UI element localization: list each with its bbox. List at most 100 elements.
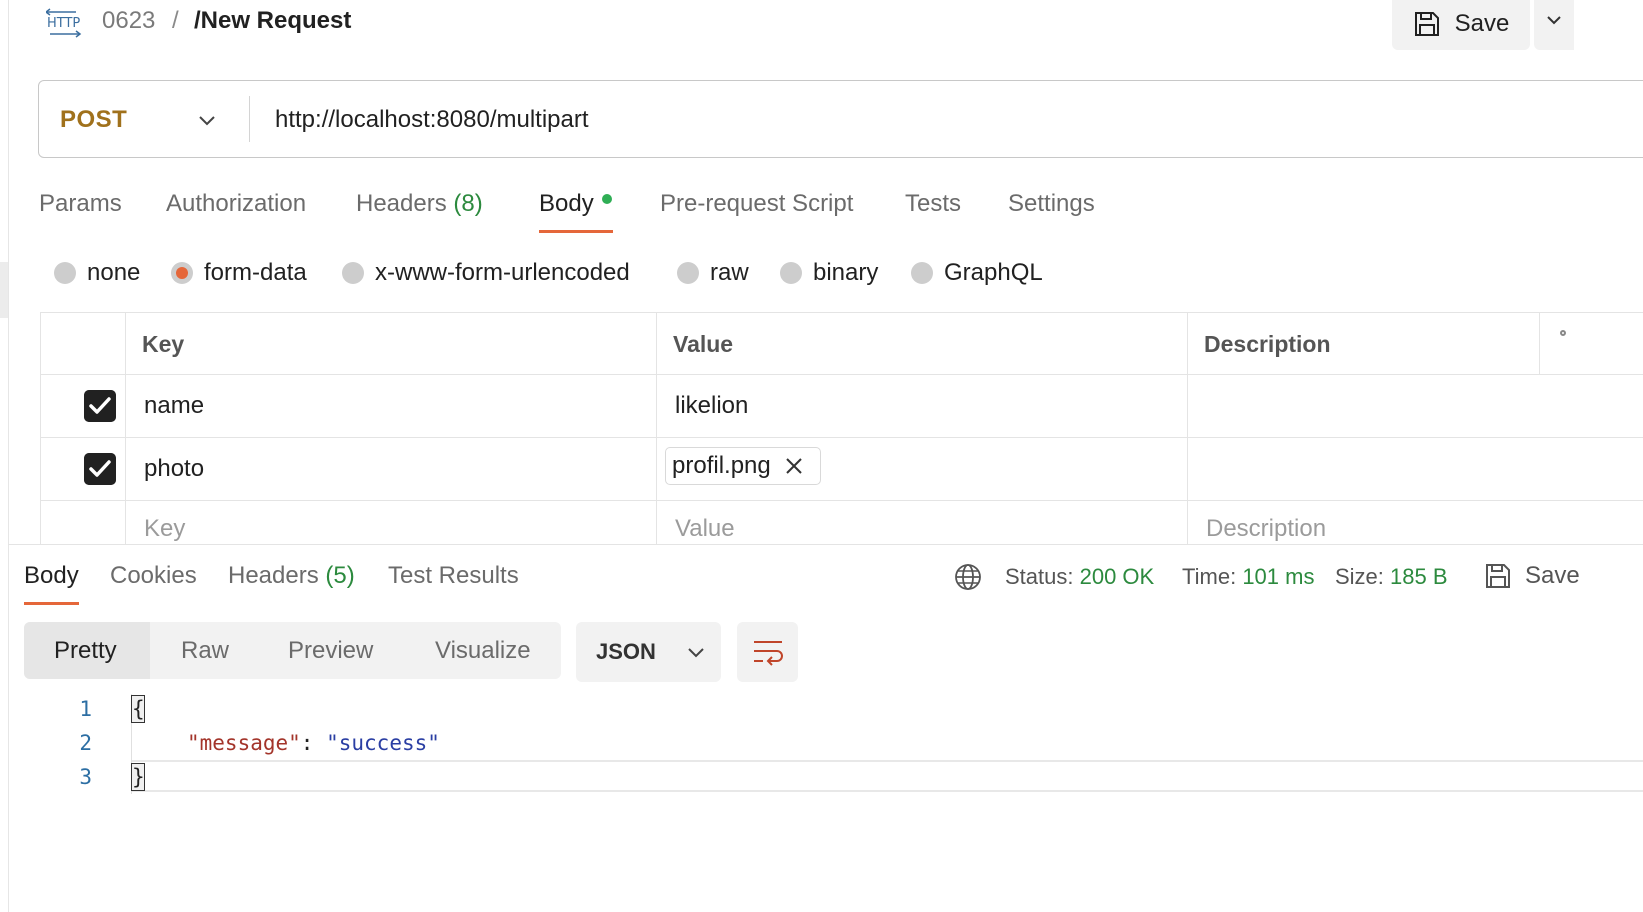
wrap-lines-button[interactable]	[737, 622, 798, 682]
status-readout[interactable]: Status: 200 OK	[1005, 562, 1154, 592]
row-key-input[interactable]: photo	[144, 453, 204, 485]
radio-label: GraphQL	[944, 259, 1043, 286]
status-label: Status:	[1005, 564, 1074, 589]
radio-label: none	[87, 259, 141, 286]
save-button[interactable]: Save	[1392, 0, 1530, 50]
radio-binary[interactable]: binary	[780, 258, 878, 288]
code-line-2: "message": "success"	[187, 726, 440, 760]
tab-headers-label: Headers	[356, 190, 447, 217]
radio-label: raw	[710, 259, 749, 286]
response-tab-headers[interactable]: Headers (5)	[228, 561, 355, 591]
format-label: JSON	[596, 639, 656, 664]
body-active-dot	[601, 193, 612, 204]
table-border	[40, 312, 1643, 313]
radio-circle-selected	[171, 262, 193, 284]
active-tab-indicator	[539, 230, 613, 233]
active-response-tab-indicator	[24, 602, 79, 605]
line-number: 3	[79, 765, 92, 789]
row-checkbox[interactable]	[84, 453, 116, 485]
tab-settings[interactable]: Settings	[1008, 188, 1095, 220]
response-tab-test-results[interactable]: Test Results	[388, 561, 519, 591]
time-label: Time:	[1182, 564, 1237, 589]
column-header-value: Value	[673, 331, 734, 357]
radio-raw[interactable]: raw	[677, 258, 749, 288]
current-line-highlight	[132, 790, 1643, 792]
response-tab-cookies[interactable]: Cookies	[110, 561, 197, 591]
radio-circle	[911, 262, 933, 284]
size-readout[interactable]: Size: 185 B	[1335, 562, 1448, 592]
json-key: "message"	[187, 731, 301, 755]
line-number: 2	[79, 731, 92, 755]
more-options-icon[interactable]	[1560, 330, 1566, 336]
code-close-brace: }	[131, 763, 145, 791]
view-visualize[interactable]: Visualize	[435, 636, 531, 666]
code-open-brace: {	[131, 695, 145, 723]
radio-label: x-www-form-urlencoded	[375, 259, 630, 286]
response-tab-body[interactable]: Body	[24, 561, 79, 591]
radio-label: binary	[813, 259, 879, 286]
tab-headers[interactable]: Headers (8)	[356, 188, 483, 220]
tab-tests[interactable]: Tests	[905, 188, 961, 220]
table-row	[40, 438, 1643, 500]
table-row	[40, 375, 1643, 437]
file-name: profil.png	[672, 452, 771, 479]
json-colon: :	[300, 731, 314, 755]
chevron-down-icon[interactable]	[196, 110, 218, 132]
radio-circle	[342, 262, 364, 284]
current-line-highlight	[132, 760, 1643, 762]
size-label: Size:	[1335, 564, 1384, 589]
format-select[interactable]: JSON	[576, 622, 721, 682]
radio-circle	[54, 262, 76, 284]
save-response-button[interactable]: Save	[1525, 561, 1580, 591]
tab-authorization[interactable]: Authorization	[166, 188, 306, 220]
url-input[interactable]: http://localhost:8080/multipart	[275, 104, 589, 136]
row-checkbox[interactable]	[84, 390, 116, 422]
tab-params[interactable]: Params	[39, 188, 122, 220]
radio-x-www-form-urlencoded[interactable]: x-www-form-urlencoded	[342, 258, 630, 288]
save-icon	[1414, 12, 1439, 36]
new-value-input[interactable]: Value	[675, 513, 735, 545]
response-tab-headers-count: (5)	[325, 562, 355, 589]
method-select[interactable]: POST	[60, 104, 127, 136]
status-value: 200 OK	[1079, 564, 1155, 589]
close-icon[interactable]	[785, 457, 803, 475]
radio-none[interactable]: none	[54, 258, 140, 288]
radio-form-data[interactable]: form-data	[171, 258, 307, 288]
time-readout[interactable]: Time: 101 ms	[1182, 562, 1314, 592]
save-options-button[interactable]	[1534, 0, 1574, 50]
save-response-icon[interactable]	[1484, 562, 1512, 590]
radio-label: form-data	[204, 259, 307, 286]
row-key-input[interactable]: name	[144, 390, 204, 422]
tab-headers-count: (8)	[453, 190, 483, 217]
breadcrumb-collection[interactable]: 0623	[102, 6, 155, 36]
globe-icon[interactable]	[954, 563, 982, 591]
tab-body[interactable]: Body	[539, 188, 612, 220]
table-border	[40, 500, 1643, 501]
tab-body-label: Body	[539, 190, 594, 217]
view-pretty[interactable]: Pretty	[54, 636, 117, 666]
line-number: 1	[79, 697, 92, 721]
new-description-input[interactable]: Description	[1206, 513, 1326, 545]
radio-circle	[677, 262, 699, 284]
sidebar-edge	[0, 262, 8, 318]
table-border	[1539, 312, 1540, 374]
http-request-icon: HTTP	[46, 8, 82, 38]
radio-circle	[780, 262, 802, 284]
column-header-description: Description	[1204, 331, 1331, 357]
tab-prerequest-script[interactable]: Pre-request Script	[660, 188, 853, 220]
time-value: 101 ms	[1242, 564, 1315, 589]
new-key-input[interactable]: Key	[144, 513, 185, 545]
row-value-input[interactable]: likelion	[675, 390, 748, 422]
request-title[interactable]: /New Request	[194, 6, 351, 36]
svg-text:HTTP: HTTP	[47, 16, 80, 31]
column-header-key: Key	[142, 331, 185, 357]
radio-graphql[interactable]: GraphQL	[911, 258, 1043, 288]
view-raw[interactable]: Raw	[181, 636, 229, 666]
json-value: "success"	[326, 731, 440, 755]
view-preview[interactable]: Preview	[288, 636, 373, 666]
pane-divider[interactable]	[8, 544, 1643, 545]
response-tab-headers-label: Headers	[228, 562, 319, 589]
size-value: 185 B	[1390, 564, 1448, 589]
url-divider	[249, 96, 250, 142]
breadcrumb-separator: /	[172, 7, 179, 34]
